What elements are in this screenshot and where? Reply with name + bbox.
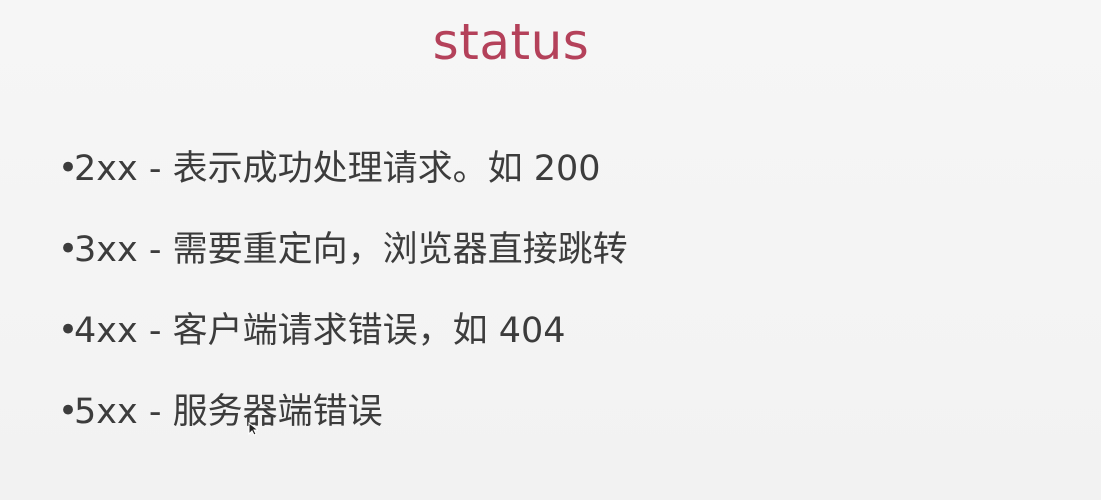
bullet-text-4xx: 4xx - 客户端请求错误，如 404 (74, 310, 566, 351)
bullet-text-2xx: 2xx - 表示成功处理请求。如 200 (74, 148, 601, 189)
bullet-dot-icon: • (58, 309, 79, 350)
bullet-item-5xx: • 5xx - 服务器端错误 (58, 371, 1038, 452)
slide-title: status (432, 13, 590, 71)
bullet-dot-icon: • (58, 228, 79, 269)
bullet-dot-icon: • (58, 147, 79, 188)
bullet-item-2xx: • 2xx - 表示成功处理请求。如 200 (58, 128, 1038, 209)
bullet-item-3xx: • 3xx - 需要重定向，浏览器直接跳转 (58, 209, 1038, 290)
status-bullet-list: • 2xx - 表示成功处理请求。如 200 • 3xx - 需要重定向，浏览器… (58, 140, 1038, 464)
bullet-dot-icon: • (58, 390, 79, 431)
bullet-item-4xx: • 4xx - 客户端请求错误，如 404 (58, 290, 1038, 371)
bullet-text-3xx: 3xx - 需要重定向，浏览器直接跳转 (74, 229, 628, 270)
bullet-text-5xx: 5xx - 服务器端错误 (74, 391, 383, 432)
mouse-pointer-icon (248, 422, 258, 436)
presentation-slide: status • 2xx - 表示成功处理请求。如 200 • 3xx - 需要… (0, 0, 1101, 500)
